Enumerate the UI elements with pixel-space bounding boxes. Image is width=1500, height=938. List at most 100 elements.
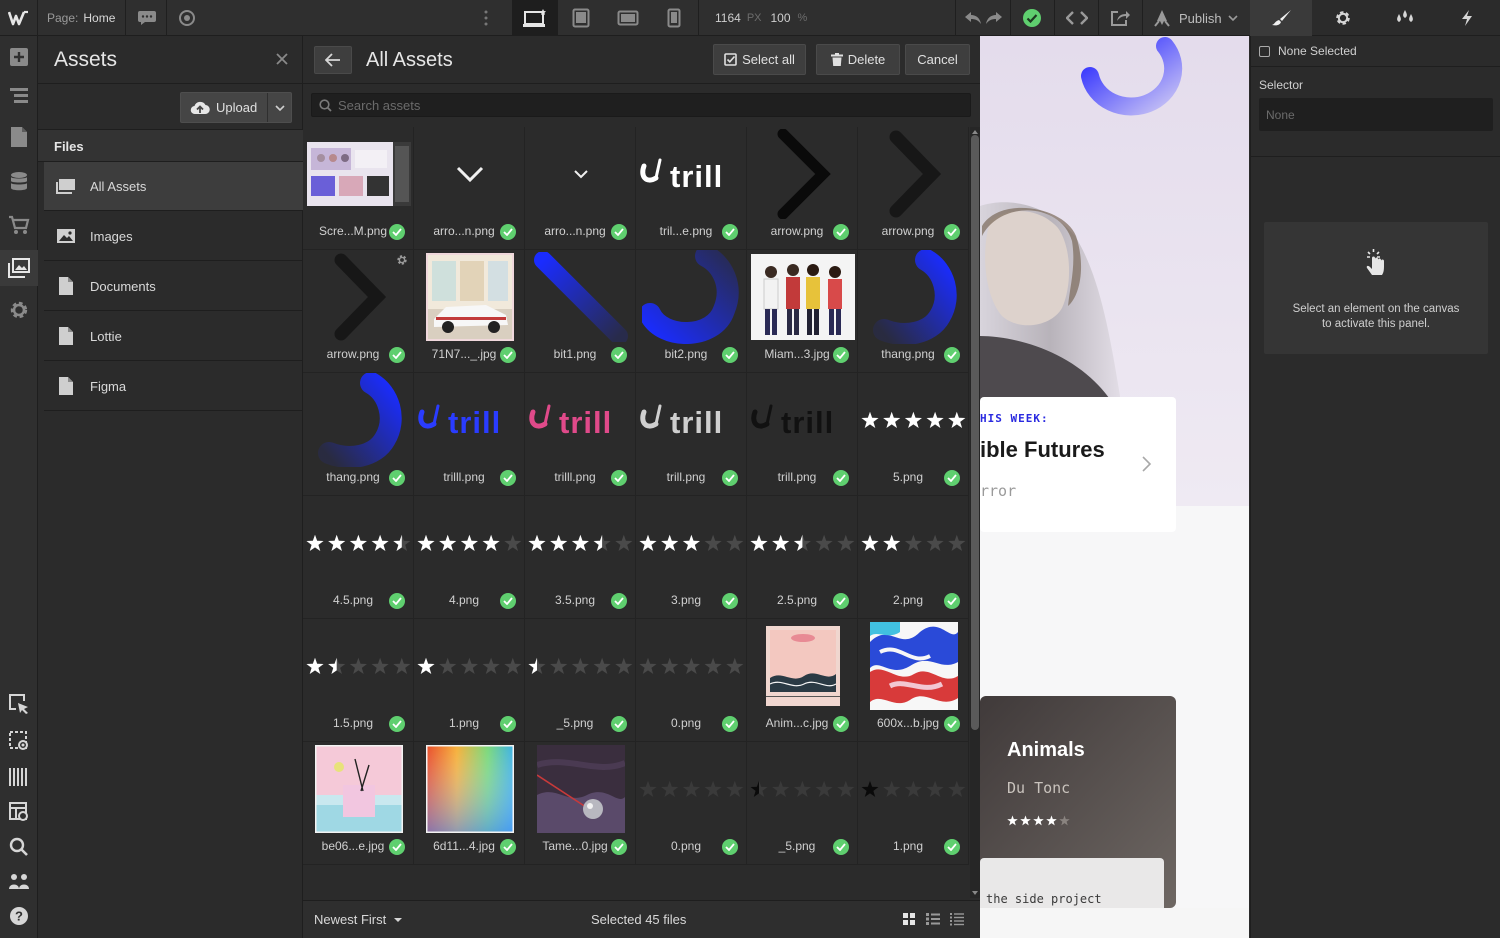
delete-button[interactable]: Delete <box>816 44 900 75</box>
asset-tile[interactable]: 3.5.png <box>525 496 636 619</box>
tab-settings[interactable] <box>1312 0 1374 36</box>
selected-check-icon[interactable] <box>833 347 849 363</box>
search-input[interactable] <box>338 94 958 116</box>
selected-check-icon[interactable] <box>500 347 516 363</box>
asset-tile[interactable]: 1.png <box>858 742 969 865</box>
sidebar-item-figma[interactable]: Figma <box>44 362 303 411</box>
asset-tile[interactable]: Miam...3.jpg <box>747 250 858 373</box>
asset-tile[interactable]: 600x...b.jpg <box>858 619 969 742</box>
selected-check-icon[interactable] <box>389 839 405 855</box>
asset-tile[interactable]: 4.5.png <box>303 496 414 619</box>
asset-tile[interactable]: bit1.png <box>525 250 636 373</box>
project-settings-gear-icon[interactable] <box>0 292 38 328</box>
selected-check-icon[interactable] <box>500 593 516 609</box>
selected-check-icon[interactable] <box>500 224 516 240</box>
more-dots-icon[interactable] <box>483 0 489 36</box>
asset-tile[interactable]: 2.png <box>858 496 969 619</box>
selected-check-icon[interactable] <box>833 593 849 609</box>
selected-check-icon[interactable] <box>722 347 738 363</box>
none-selected-toggle[interactable]: None Selected <box>1259 44 1357 58</box>
asset-tile[interactable]: arrow.png <box>858 127 969 250</box>
undo-icon[interactable] <box>964 0 982 36</box>
selected-check-icon[interactable] <box>500 470 516 486</box>
asset-tile[interactable]: 6d11...4.jpg <box>414 742 525 865</box>
desktop-breakpoint-icon[interactable] <box>512 0 558 36</box>
asset-tile[interactable]: trill tril...e.png <box>636 127 747 250</box>
upload-button[interactable]: Upload <box>180 92 292 123</box>
asset-tile[interactable]: bit2.png <box>636 250 747 373</box>
asset-tile[interactable]: arro...n.png <box>414 127 525 250</box>
comment-icon[interactable] <box>137 0 157 36</box>
back-button[interactable] <box>314 46 352 74</box>
selected-check-icon[interactable] <box>389 224 405 240</box>
asset-tile[interactable]: trill trilll.png <box>414 373 525 496</box>
site-health-check-icon[interactable] <box>1022 0 1042 36</box>
scroll-down-arrow-icon[interactable] <box>970 889 980 897</box>
navigator-icon[interactable] <box>0 78 38 114</box>
sidebar-item-lottie[interactable]: Lottie <box>44 312 303 361</box>
publish-button[interactable]: Publish <box>1153 0 1238 36</box>
selected-check-icon[interactable] <box>944 839 960 855</box>
collaborators-icon[interactable] <box>0 864 38 900</box>
asset-tile[interactable]: Tame...0.jpg <box>525 742 636 865</box>
search-icon[interactable] <box>0 829 38 865</box>
list-view-icon[interactable] <box>926 912 940 929</box>
selected-check-icon[interactable] <box>944 716 960 732</box>
asset-tile[interactable]: Anim...c.jpg <box>747 619 858 742</box>
canvas-width-display[interactable]: 1164 PX 100 % <box>715 0 807 36</box>
asset-tile[interactable]: thang.png <box>858 250 969 373</box>
selected-check-icon[interactable] <box>389 470 405 486</box>
asset-tile[interactable]: be06...e.jpg <box>303 742 414 865</box>
tab-style-manager[interactable] <box>1374 0 1436 36</box>
selected-check-icon[interactable] <box>722 839 738 855</box>
cancel-button[interactable]: Cancel <box>905 44 970 75</box>
asset-tile[interactable]: _5.png <box>525 619 636 742</box>
asset-tile[interactable]: 4.png <box>414 496 525 619</box>
selected-check-icon[interactable] <box>500 839 516 855</box>
asset-tile[interactable]: thang.png <box>303 373 414 496</box>
selected-check-icon[interactable] <box>944 593 960 609</box>
checkbox[interactable] <box>1259 45 1270 57</box>
selected-check-icon[interactable] <box>944 470 960 486</box>
cms-database-icon[interactable] <box>0 164 38 200</box>
help-icon[interactable]: ? <box>0 898 38 934</box>
select-all-button[interactable]: Select all <box>713 44 806 75</box>
selected-check-icon[interactable] <box>611 716 627 732</box>
asset-tile[interactable]: 3.png <box>636 496 747 619</box>
tab-interactions[interactable] <box>1436 0 1498 36</box>
selected-check-icon[interactable] <box>500 716 516 732</box>
asset-tile[interactable]: arro...n.png <box>525 127 636 250</box>
asset-tile[interactable]: trill trill.png <box>636 373 747 496</box>
pages-icon[interactable] <box>0 119 38 155</box>
selected-check-icon[interactable] <box>722 470 738 486</box>
selected-check-icon[interactable] <box>611 470 627 486</box>
selected-check-icon[interactable] <box>833 716 849 732</box>
asset-tile[interactable]: arrow.png <box>303 250 414 373</box>
preview-eye-icon[interactable] <box>177 0 197 36</box>
asset-tile[interactable]: 1.png <box>414 619 525 742</box>
code-icon[interactable] <box>1066 0 1088 36</box>
mobile-landscape-breakpoint-icon[interactable] <box>605 0 651 36</box>
asset-tile[interactable]: _5.png <box>747 742 858 865</box>
selected-check-icon[interactable] <box>944 224 960 240</box>
asset-tile[interactable]: 1.5.png <box>303 619 414 742</box>
asset-tile[interactable]: 0.png <box>636 619 747 742</box>
sidebar-item-documents[interactable]: Documents <box>44 262 303 311</box>
selected-check-icon[interactable] <box>833 224 849 240</box>
sidebar-item-all-assets[interactable]: All Assets <box>44 162 303 211</box>
selected-check-icon[interactable] <box>722 716 738 732</box>
ecommerce-cart-icon[interactable] <box>0 207 38 243</box>
page-selector[interactable]: Page: Home <box>47 0 115 36</box>
grid-columns-icon[interactable] <box>0 759 38 795</box>
assets-panel-icon[interactable] <box>0 250 38 286</box>
asset-tile[interactable]: 2.5.png <box>747 496 858 619</box>
selected-check-icon[interactable] <box>833 839 849 855</box>
selected-check-icon[interactable] <box>611 224 627 240</box>
asset-tile[interactable]: 71N7..._.jpg <box>414 250 525 373</box>
asset-tile[interactable]: arrow.png <box>747 127 858 250</box>
mobile-portrait-breakpoint-icon[interactable] <box>651 0 697 36</box>
asset-tile[interactable]: Scre...M.png <box>303 127 414 250</box>
export-share-icon[interactable] <box>1110 0 1130 36</box>
redo-icon[interactable] <box>985 0 1003 36</box>
sidebar-item-images[interactable]: Images <box>44 212 303 261</box>
